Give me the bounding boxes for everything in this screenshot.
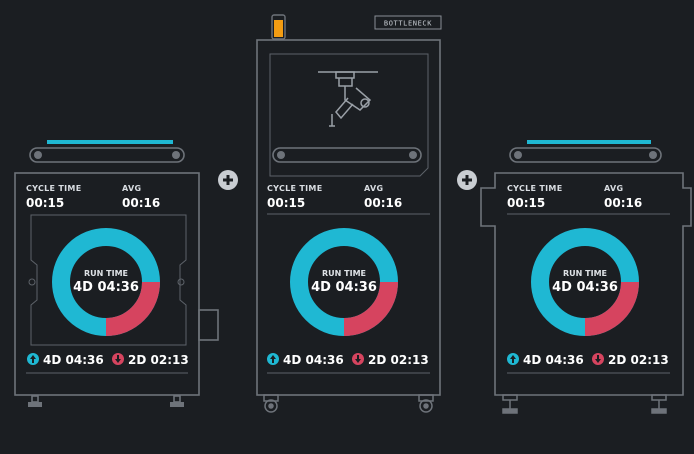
machine-1-cycle-time-label: CYCLE TIME <box>26 184 81 193</box>
add-machine-button-1[interactable] <box>218 170 238 190</box>
machine-1-bolt-left <box>28 278 36 286</box>
bottleneck-tag-label: BOTTLENECK <box>384 20 432 28</box>
machine-1[interactable]: CYCLE TIME 00:15 AVG 00:16 RUN TIME 4D 0… <box>14 140 219 407</box>
machine-2-avg-label: AVG <box>364 184 383 193</box>
machine-1-cycle-time-value: 00:15 <box>26 196 64 210</box>
machine-1-bolt-right <box>177 278 185 286</box>
machine-1-avg-value: 00:16 <box>122 196 160 210</box>
machine-1-feet <box>28 395 184 407</box>
machine-2-run-time-label: RUN TIME <box>322 269 366 278</box>
machine-3-cycle-time-label: CYCLE TIME <box>507 184 562 193</box>
machine-2-down-value: 2D 02:13 <box>368 353 429 367</box>
machine-1-side-panel <box>198 309 219 341</box>
machine-2-cycle-time-label: CYCLE TIME <box>267 184 322 193</box>
production-line-canvas: CYCLE TIME 00:15 AVG 00:16 RUN TIME 4D 0… <box>0 0 694 454</box>
machine-3-avg-label: AVG <box>604 184 623 193</box>
machine-3-run-time-value: 4D 04:36 <box>552 280 618 295</box>
machine-2-cycle-time-value: 00:15 <box>267 196 305 210</box>
machine-3[interactable]: CYCLE TIME 00:15 AVG 00:16 RUN TIME 4D 0… <box>480 140 692 414</box>
machine-1-avg-label: AVG <box>122 184 141 193</box>
machine-1-run-time-value: 4D 04:36 <box>73 280 139 295</box>
machine-2-avg-value: 00:16 <box>364 196 402 210</box>
machine-1-conveyor <box>29 147 185 163</box>
machine-3-up-value: 4D 04:36 <box>523 353 584 367</box>
machine-2-conveyor <box>272 147 422 163</box>
bottleneck-indicator-icon <box>271 14 286 40</box>
machine-2-wheels <box>263 394 434 413</box>
machine-1-up-value: 4D 04:36 <box>43 353 104 367</box>
machine-2-body <box>256 39 441 396</box>
bottleneck-tag: BOTTLENECK <box>374 15 442 30</box>
machine-3-run-time-label: RUN TIME <box>563 269 607 278</box>
machine-2-up-value: 4D 04:36 <box>283 353 344 367</box>
machine-2-run-time-value: 4D 04:36 <box>311 280 377 295</box>
machine-3-feet <box>502 394 667 414</box>
machine-3-conveyor <box>509 147 662 163</box>
machine-3-status-bar <box>527 140 651 144</box>
machine-1-run-time-label: RUN TIME <box>84 269 128 278</box>
machine-1-down-value: 2D 02:13 <box>128 353 189 367</box>
machine-2[interactable]: BOTTLENECK CYCLE TIME 00:15 AVG 00:16 RU… <box>256 14 442 413</box>
robot-arm-icon <box>318 71 378 127</box>
machine-1-status-bar <box>47 140 173 144</box>
add-machine-button-2[interactable] <box>457 170 477 190</box>
machine-3-cycle-time-value: 00:15 <box>507 196 545 210</box>
machine-3-avg-value: 00:16 <box>604 196 642 210</box>
machine-3-down-value: 2D 02:13 <box>608 353 669 367</box>
